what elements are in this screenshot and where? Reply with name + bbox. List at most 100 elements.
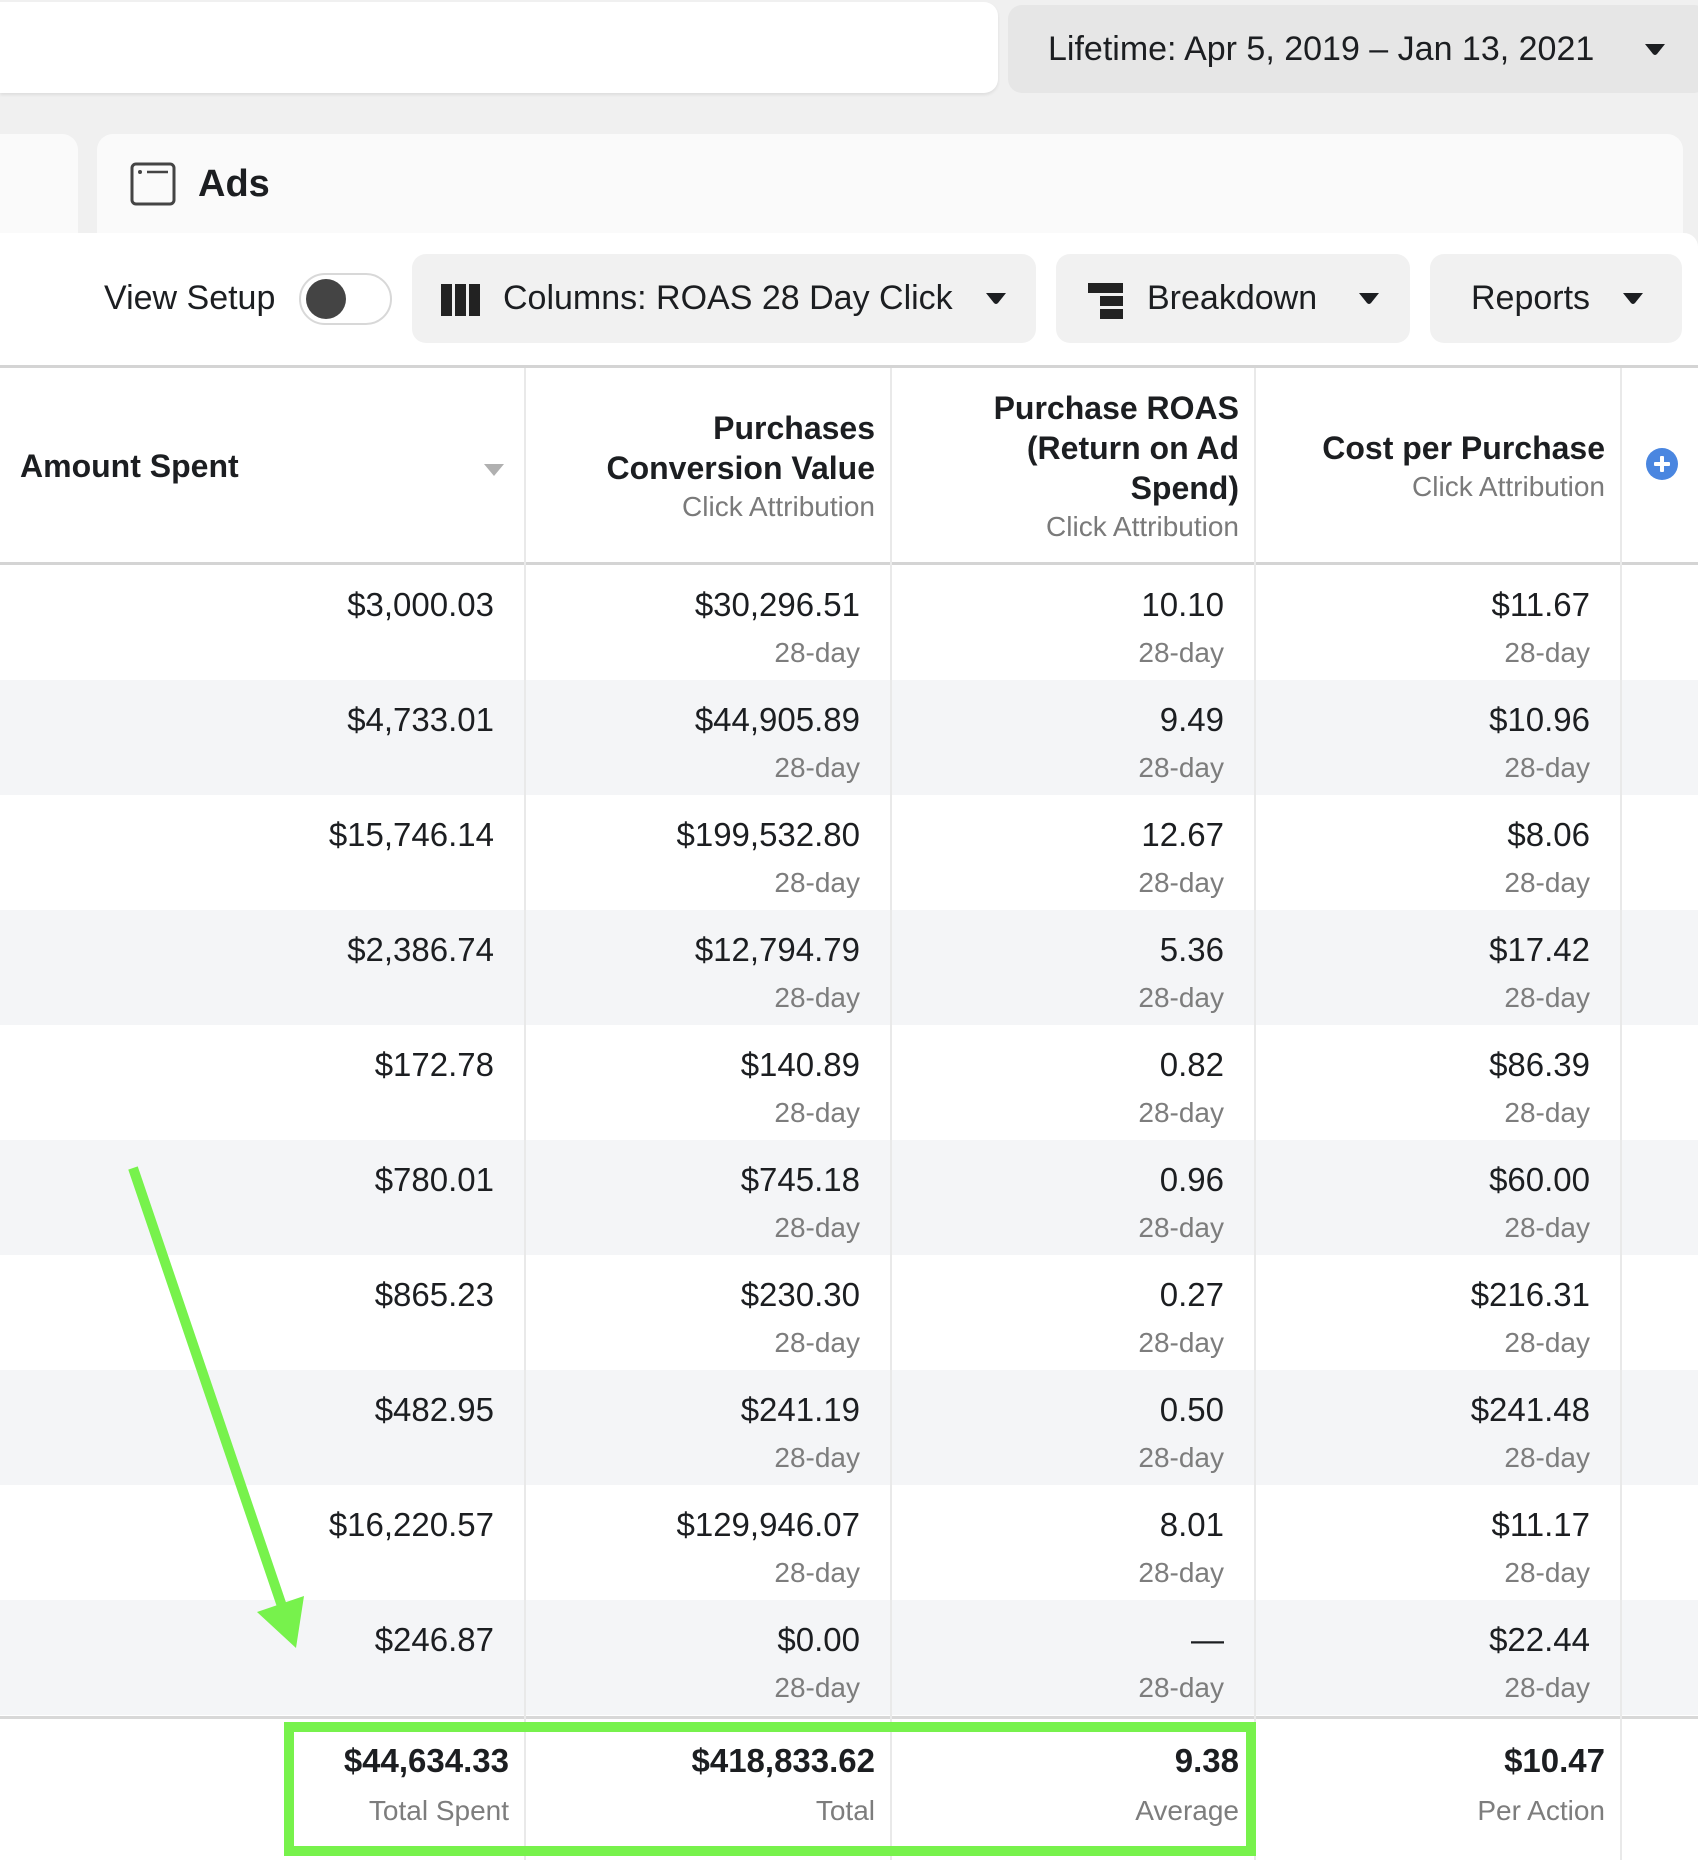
cell-value: 9.49 <box>1159 701 1224 738</box>
table-row[interactable]: $15,746.14 $199,532.80 28-day 12.67 28-day $8… <box>0 795 1698 910</box>
cell-value: $241.19 <box>740 1391 860 1428</box>
cell-value: $44,905.89 <box>694 701 860 738</box>
cell-value: 0.50 <box>1159 1391 1224 1428</box>
cell-amount-spent: $4,733.01 <box>0 680 525 795</box>
table-header-row: Amount Spent Purchases Conversion Value … <box>0 365 1698 565</box>
column-title-line: Conversion Value <box>606 449 875 486</box>
attribution-window: 28-day <box>774 1557 860 1588</box>
attribution-window: 28-day <box>774 752 860 783</box>
cell-value: 10.10 <box>1141 586 1224 623</box>
ads-table: Amount Spent Purchases Conversion Value … <box>0 365 1698 1860</box>
tab-ads[interactable]: Ads <box>97 134 1683 233</box>
cell-purchases-value: $44,905.89 28-day <box>525 680 891 795</box>
cell-cost-per-purchase: $8.06 28-day <box>1255 795 1621 910</box>
cell-roas: 0.27 28-day <box>891 1255 1255 1370</box>
attribution-window: 28-day <box>1504 1212 1590 1243</box>
table-row[interactable]: $4,733.01 $44,905.89 28-day 9.49 28-day $10.9… <box>0 680 1698 795</box>
cell-value: $30,296.51 <box>694 586 860 623</box>
column-title: Amount Spent <box>20 448 239 484</box>
cell-value: $2,386.74 <box>347 931 494 968</box>
cell-value: $12,794.79 <box>694 931 860 968</box>
table-row[interactable]: $482.95 $241.19 28-day 0.50 28-day $241.48 28-… <box>0 1370 1698 1485</box>
attribution-window: 28-day <box>1504 982 1590 1013</box>
table-row[interactable]: $3,000.03 $30,296.51 28-day 10.10 28-day $11.… <box>0 565 1698 680</box>
cell-purchases-value: $140.89 28-day <box>525 1025 891 1140</box>
table-row[interactable]: $172.78 $140.89 28-day 0.82 28-day $86.39 28-d… <box>0 1025 1698 1140</box>
cell-value: $8.06 <box>1507 816 1590 853</box>
cell-purchases-value: $129,946.07 28-day <box>525 1485 891 1600</box>
breakdown-label: Breakdown <box>1147 279 1318 317</box>
cell-roas: 12.67 28-day <box>891 795 1255 910</box>
cell-value: $4,733.01 <box>347 701 494 738</box>
cell-amount-spent: $172.78 <box>0 1025 525 1140</box>
attribution-window: 28-day <box>1138 1097 1224 1128</box>
sort-descending-icon[interactable] <box>484 463 504 481</box>
total-label: Average <box>1135 1795 1239 1826</box>
column-header-purchases-conversion-value[interactable]: Purchases Conversion Value Click Attribu… <box>525 368 891 565</box>
cell-value: 12.67 <box>1141 816 1224 853</box>
attribution-window: 28-day <box>1138 1212 1224 1243</box>
cell-cost-per-purchase: $10.96 28-day <box>1255 680 1621 795</box>
columns-dropdown-button[interactable]: Columns: ROAS 28 Day Click <box>412 254 1036 343</box>
attribution-window: 28-day <box>1504 1672 1590 1703</box>
chevron-down-icon <box>985 292 1007 305</box>
top-search-bar[interactable] <box>0 2 998 93</box>
cell-cost-per-purchase: $86.39 28-day <box>1255 1025 1621 1140</box>
total-label: Total Spent <box>368 1795 509 1826</box>
cell-value: $60.00 <box>1489 1161 1590 1198</box>
table-row[interactable]: $780.01 $745.18 28-day 0.96 28-day $60.00 28-d… <box>0 1140 1698 1255</box>
cell-purchases-value: $0.00 28-day <box>525 1600 891 1715</box>
column-header-cost-per-purchase[interactable]: Cost per Purchase Click Attribution <box>1255 368 1621 565</box>
reports-label: Reports <box>1471 279 1591 317</box>
ad-window-icon <box>130 162 176 206</box>
cell-amount-spent: $246.87 <box>0 1600 525 1715</box>
cell-value: $745.18 <box>740 1161 860 1198</box>
cell-value: — <box>1191 1621 1224 1658</box>
attribution-window: 28-day <box>774 1442 860 1473</box>
cell-amount-spent: $16,220.57 <box>0 1485 525 1600</box>
columns-label: Columns: ROAS 28 Day Click <box>503 279 953 317</box>
cell-value: $22.44 <box>1489 1621 1590 1658</box>
cell-roas: 0.82 28-day <box>891 1025 1255 1140</box>
cell-roas: — 28-day <box>891 1600 1255 1715</box>
column-subtitle: Click Attribution <box>682 490 875 522</box>
cell-roas: 9.49 28-day <box>891 680 1255 795</box>
attribution-window: 28-day <box>774 637 860 668</box>
table-row[interactable]: $2,386.74 $12,794.79 28-day 5.36 28-day $17.4… <box>0 910 1698 1025</box>
attribution-window: 28-day <box>1504 1557 1590 1588</box>
column-header-purchase-roas[interactable]: Purchase ROAS (Return on Ad Spend) Click… <box>891 368 1255 565</box>
view-setup-toggle[interactable] <box>299 273 392 325</box>
cell-value: 0.82 <box>1159 1046 1224 1083</box>
cell-value: $11.17 <box>1491 1506 1590 1543</box>
table-row[interactable]: $865.23 $230.30 28-day 0.27 28-day $216.31 28-… <box>0 1255 1698 1370</box>
table-row[interactable]: $16,220.57 $129,946.07 28-day 8.01 28-day $11… <box>0 1485 1698 1600</box>
cell-value: $17.42 <box>1489 931 1590 968</box>
attribution-window: 28-day <box>1504 1097 1590 1128</box>
columns-icon <box>441 284 481 325</box>
reports-dropdown-button[interactable]: Reports <box>1430 254 1682 343</box>
cell-cost-per-purchase: $216.31 28-day <box>1255 1255 1621 1370</box>
attribution-window: 28-day <box>774 1672 860 1703</box>
add-column-plus-icon[interactable] <box>1646 448 1678 480</box>
previous-tab[interactable] <box>0 134 78 233</box>
chevron-down-icon <box>1644 43 1666 56</box>
date-range-picker[interactable]: Lifetime: Apr 5, 2019 – Jan 13, 2021 <box>1008 5 1698 93</box>
breakdown-dropdown-button[interactable]: Breakdown <box>1056 254 1410 343</box>
cell-cost-per-purchase: $11.17 28-day <box>1255 1485 1621 1600</box>
attribution-window: 28-day <box>1138 982 1224 1013</box>
cell-roas: 8.01 28-day <box>891 1485 1255 1600</box>
tab-ads-label: Ads <box>198 163 270 205</box>
cell-value: 8.01 <box>1159 1506 1224 1543</box>
attribution-window: 28-day <box>1138 867 1224 898</box>
column-header-amount-spent[interactable]: Amount Spent <box>0 368 525 565</box>
cell-cost-per-purchase: $60.00 28-day <box>1255 1140 1621 1255</box>
column-divider <box>890 368 892 1860</box>
table-row[interactable]: $246.87 $0.00 28-day — 28-day $22.44 28-day <box>0 1600 1698 1715</box>
cell-purchases-value: $30,296.51 28-day <box>525 565 891 680</box>
cell-cost-per-purchase: $17.42 28-day <box>1255 910 1621 1025</box>
cell-value: $10.96 <box>1489 701 1590 738</box>
total-cost-per-purchase: $10.47 Per Action <box>1255 1719 1621 1860</box>
cell-value: $15,746.14 <box>328 816 494 853</box>
attribution-window: 28-day <box>1138 637 1224 668</box>
chevron-down-icon <box>1622 292 1644 305</box>
